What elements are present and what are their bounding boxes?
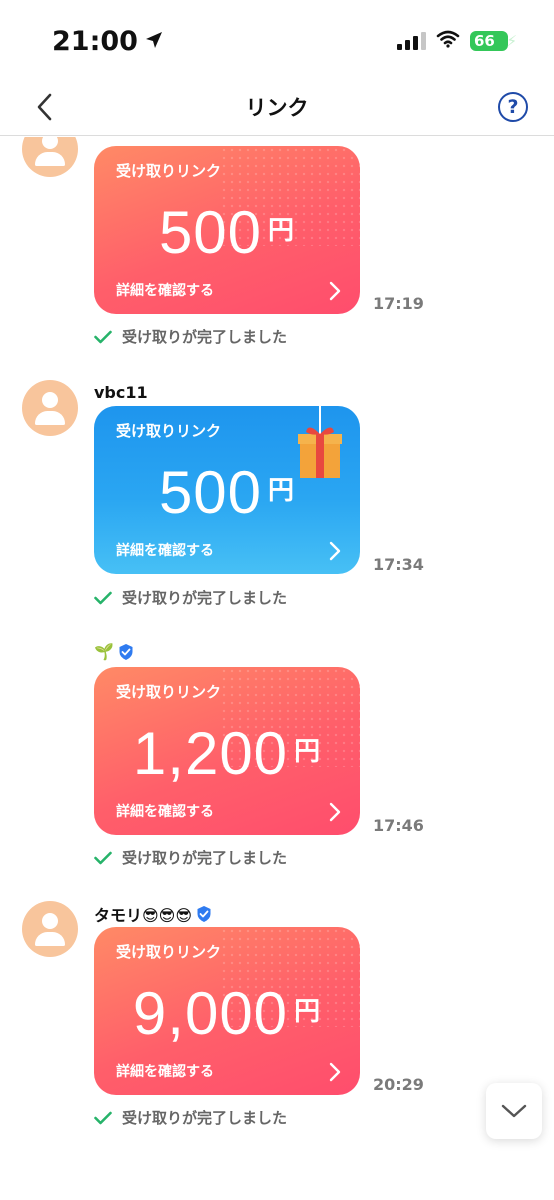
avatar[interactable] xyxy=(22,380,78,436)
message-time: 17:19 xyxy=(373,294,424,313)
message-time: 17:34 xyxy=(373,555,424,574)
check-icon xyxy=(94,330,112,343)
receipt-status-text: 受け取りが完了しました xyxy=(122,328,288,346)
status-time-text: 21:00 xyxy=(52,26,138,57)
signal-icon xyxy=(397,32,426,50)
navigation-bar: リンク ? xyxy=(0,80,554,136)
receipt-status: 受け取りが完了しました xyxy=(94,326,287,347)
chevron-down-icon xyxy=(501,1104,527,1118)
message-time: 20:29 xyxy=(373,1075,424,1094)
message-time: 17:46 xyxy=(373,816,424,835)
page-title: リンク xyxy=(245,96,309,120)
receipt-status-text: 受け取りが完了しました xyxy=(122,1109,288,1127)
receipt-status-text: 受け取りが完了しました xyxy=(122,589,288,607)
help-button[interactable]: ? xyxy=(498,92,528,122)
card-amount: 1,200 円 xyxy=(132,720,322,787)
location-arrow-icon xyxy=(144,26,164,57)
receive-link-card[interactable]: 受け取りリンク 500 円 詳細を確認する xyxy=(94,146,360,314)
status-indicators: 66 ⚡ xyxy=(397,30,517,52)
receive-link-card[interactable]: 受け取りリンク 1,200 円 詳細を確認する xyxy=(94,667,360,835)
battery-level: 66 xyxy=(474,32,495,50)
card-label: 受け取りリンク xyxy=(116,162,222,180)
avatar[interactable] xyxy=(22,137,78,177)
card-detail-link: 詳細を確認する xyxy=(116,1064,214,1080)
check-icon xyxy=(94,1111,112,1124)
card-label: 受け取りリンク xyxy=(116,683,222,701)
help-circle-icon: ? xyxy=(507,96,519,118)
check-icon xyxy=(94,591,112,604)
receive-link-card[interactable]: 受け取りリンク 500 円 詳細を確認する xyxy=(94,406,360,574)
status-time: 21:00 xyxy=(52,26,164,57)
sender-name: 🌱 xyxy=(94,642,135,661)
verified-badge-icon xyxy=(119,643,133,660)
receipt-status: 受け取りが完了しました xyxy=(94,847,287,868)
card-label: 受け取りリンク xyxy=(116,943,222,961)
sender-name: タモリ😎😎😎 xyxy=(94,902,213,926)
status-bar: 21:00 66 ⚡ xyxy=(0,0,554,80)
receipt-status: 受け取りが完了しました xyxy=(94,1107,287,1128)
receipt-status-text: 受け取りが完了しました xyxy=(122,849,288,867)
receive-link-card[interactable]: 受け取りリンク 9,000 円 詳細を確認する xyxy=(94,927,360,1095)
sender-name: vbc11 xyxy=(94,383,148,402)
card-detail-link: 詳細を確認する xyxy=(116,283,214,299)
card-amount: 500 円 xyxy=(158,199,296,266)
card-amount: 9,000 円 xyxy=(132,980,322,1047)
verified-badge-icon xyxy=(197,906,211,922)
wifi-icon xyxy=(436,30,460,52)
message-list[interactable]: 受け取りリンク 500 円 詳細を確認する 17:19 受け取りが完了しました v… xyxy=(0,137,554,1200)
chevron-right-icon xyxy=(329,541,341,561)
receipt-status: 受け取りが完了しました xyxy=(94,587,287,608)
card-detail-link: 詳細を確認する xyxy=(116,804,214,820)
chevron-right-icon xyxy=(329,1062,341,1082)
chevron-right-icon xyxy=(329,802,341,822)
charging-bolt-icon: ⚡ xyxy=(506,32,517,50)
avatar[interactable] xyxy=(22,901,78,957)
scroll-to-bottom-button[interactable] xyxy=(486,1083,542,1139)
chevron-right-icon xyxy=(329,281,341,301)
card-detail-link: 詳細を確認する xyxy=(116,543,214,559)
card-label: 受け取りリンク xyxy=(116,422,222,440)
card-amount: 500 円 xyxy=(158,459,296,526)
battery-icon: 66 ⚡ xyxy=(470,31,517,51)
check-icon xyxy=(94,851,112,864)
